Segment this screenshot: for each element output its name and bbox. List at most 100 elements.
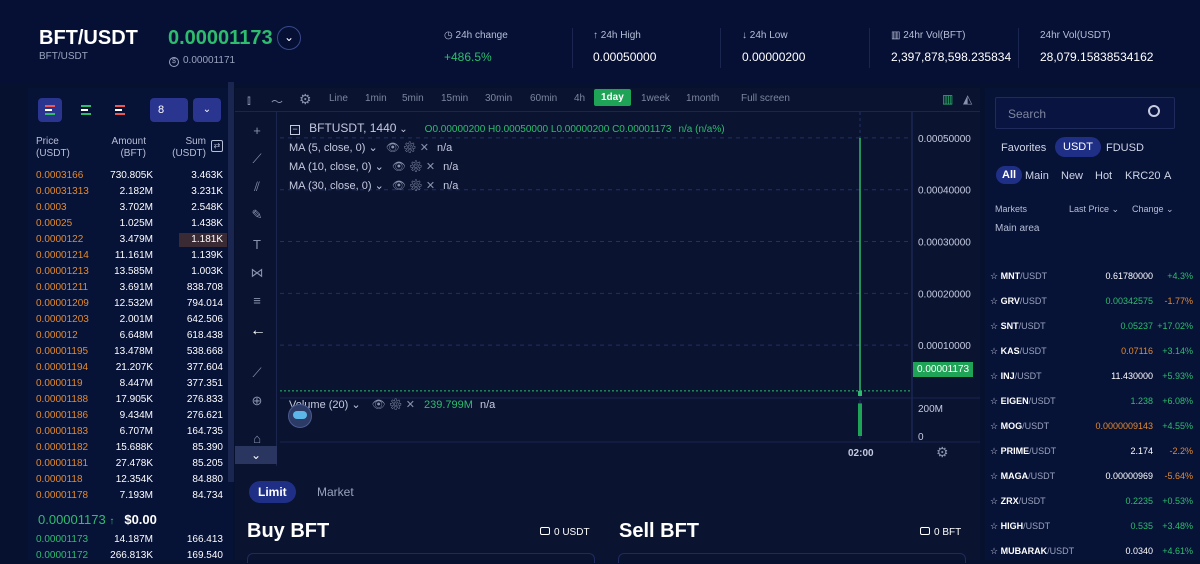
market-row[interactable]: ☆ HIGH/USDT 0.535 +3.48%	[990, 514, 1195, 539]
arrow-left-icon[interactable]: ←	[250, 323, 266, 339]
search-input[interactable]: Search	[995, 97, 1175, 129]
order-book-row[interactable]: 0.00031313 2.182M 3.231K	[28, 184, 233, 200]
depth-chart-icon[interactable]: ◭	[963, 92, 972, 106]
lock-icon[interactable]: ⌂	[250, 432, 264, 446]
order-book-scrollbar[interactable]	[228, 82, 234, 482]
tab-interval-6[interactable]: 4h	[574, 93, 585, 104]
market-row[interactable]: ☆ MAGA/USDT 0.00000969 -5.64%	[990, 464, 1195, 489]
order-book-row[interactable]: 0.00001188 17.905K 276.833	[28, 392, 233, 408]
text-icon[interactable]: T	[250, 238, 264, 252]
tab-market[interactable]: Market	[317, 485, 354, 499]
star-icon[interactable]: ☆	[990, 471, 1001, 481]
search-icon[interactable]	[1148, 105, 1160, 117]
star-icon[interactable]: ☆	[990, 446, 1001, 456]
star-icon[interactable]: ☆	[990, 371, 1001, 381]
tab-quote-2[interactable]: FDUSD	[1106, 142, 1144, 154]
indicator-controls[interactable]: 👁 ⚙ ✕	[372, 399, 415, 411]
ma-label[interactable]: MA (10, close, 0)	[289, 161, 372, 173]
chevron-down-icon[interactable]: ⌄	[372, 161, 384, 173]
chevron-down-icon[interactable]: ⌄	[193, 98, 221, 122]
order-book-row[interactable]: 0.00001194 21.207K 377.604	[28, 360, 233, 376]
zoom-in-icon[interactable]: ⊕	[250, 394, 264, 408]
parallel-channel-icon[interactable]: ⫽	[250, 180, 264, 194]
trading-view-icon[interactable]: ▥	[942, 92, 953, 106]
market-row[interactable]: ☆ ZRX/USDT 0.2235 +0.53%	[990, 489, 1195, 514]
cloud-icon[interactable]	[288, 404, 312, 428]
order-book-row[interactable]: 0.00025 1.025M 1.438K	[28, 216, 233, 232]
candle-body[interactable]	[858, 390, 862, 396]
star-icon[interactable]: ☆	[990, 421, 1001, 431]
order-book-row[interactable]: 0.00001172 266.813K 169.540	[28, 548, 233, 564]
market-row[interactable]: ☆ MNT/USDT 0.61780000 +4.3%	[990, 264, 1195, 289]
buy-price-input[interactable]	[247, 553, 595, 563]
chart-symbol[interactable]: BFTUSDT, 1440	[309, 121, 396, 135]
market-row[interactable]: ☆ GRV/USDT 0.00342575 -1.77%	[990, 289, 1195, 314]
chevron-down-icon[interactable]: ⌄	[277, 26, 301, 50]
order-book-row[interactable]: 0.00001203 2.001M 642.506	[28, 312, 233, 328]
tab-category-3[interactable]: Hot	[1095, 170, 1112, 182]
market-row[interactable]: ☆ MUBARAK/USDT 0.0340 +4.61%	[990, 539, 1195, 564]
trend-line-icon[interactable]: ⟋	[250, 152, 264, 166]
depth-select[interactable]: 8	[150, 98, 188, 122]
settings-icon[interactable]: ⚙	[299, 91, 312, 108]
tab-category-5[interactable]: A	[1164, 170, 1171, 182]
star-icon[interactable]: ☆	[990, 271, 1001, 281]
star-icon[interactable]: ☆	[990, 296, 1001, 306]
order-book-row[interactable]: 0.00001182 15.688K 85.390	[28, 440, 233, 456]
tab-category-4[interactable]: KRC20	[1125, 170, 1160, 182]
tab-interval-0[interactable]: Line	[329, 93, 348, 104]
tab-category-0[interactable]: All	[996, 166, 1023, 184]
tab-interval-5[interactable]: 60min	[530, 93, 557, 104]
switch-icon[interactable]: ⇄	[211, 140, 223, 152]
chart-settings-icon[interactable]: ⚙	[936, 444, 949, 461]
collapse-icon[interactable]: −	[290, 125, 300, 135]
tab-interval-8[interactable]: 1week	[641, 93, 670, 104]
tab-interval-1[interactable]: 1min	[365, 93, 387, 104]
tab-interval-3[interactable]: 15min	[441, 93, 468, 104]
pattern-icon[interactable]: ⋈	[250, 266, 264, 280]
market-row[interactable]: ☆ KAS/USDT 0.07116 +3.14%	[990, 339, 1195, 364]
indicator-icon[interactable]: 〜	[271, 93, 283, 110]
order-book-row[interactable]: 0.00001211 3.691M 838.708	[28, 280, 233, 296]
fib-icon[interactable]: ≡	[250, 294, 264, 308]
market-row[interactable]: ☆ MOG/USDT 0.0000009143 +4.55%	[990, 414, 1195, 439]
chevron-down-icon[interactable]: ⌄	[365, 142, 377, 154]
order-book-both-view-icon[interactable]	[38, 98, 62, 122]
col-change[interactable]: Change ⌄	[1132, 204, 1174, 215]
order-book-row[interactable]: 0.00001178 7.193M 84.734	[28, 488, 233, 504]
order-book-row[interactable]: 0.0000119 8.447M 377.351	[28, 376, 233, 392]
ma-label[interactable]: MA (5, close, 0)	[289, 142, 365, 154]
tab-category-2[interactable]: New	[1061, 170, 1083, 182]
market-row[interactable]: ☆ PRIME/USDT 2.174 -2.2%	[990, 439, 1195, 464]
ma-label[interactable]: MA (30, close, 0)	[289, 180, 372, 192]
order-book-row[interactable]: 0.00001214 11.161M 1.139K	[28, 248, 233, 264]
order-book-row[interactable]: 0.00001173 14.187M 166.413	[28, 532, 233, 548]
star-icon[interactable]: ☆	[990, 496, 1001, 506]
star-icon[interactable]: ☆	[990, 396, 1001, 406]
volume-bar[interactable]	[858, 403, 862, 436]
order-book-asks-view-icon[interactable]	[108, 98, 132, 122]
order-book-row[interactable]: 0.00001186 9.434M 276.621	[28, 408, 233, 424]
order-book-row[interactable]: 0.00001181 27.478K 85.205	[28, 456, 233, 472]
tab-interval-9[interactable]: 1month	[686, 93, 719, 104]
star-icon[interactable]: ☆	[990, 346, 1001, 356]
ma-controls[interactable]: 👁 ⚙ ✕	[386, 142, 429, 154]
ruler-icon[interactable]: ⟋	[250, 366, 264, 380]
ma-controls[interactable]: 👁 ⚙ ✕	[392, 180, 435, 192]
col-last-price[interactable]: Last Price ⌄	[1069, 204, 1119, 215]
tab-limit[interactable]: Limit	[249, 481, 296, 503]
order-book-row[interactable]: 0.000012 6.648M 618.438	[28, 328, 233, 344]
candle-type-icon[interactable]: ⫾	[247, 93, 251, 108]
order-book-row[interactable]: 0.0000118 12.354K 84.880	[28, 472, 233, 488]
tab-interval-4[interactable]: 30min	[485, 93, 512, 104]
order-book-row[interactable]: 0.00001213 13.585M 1.003K	[28, 264, 233, 280]
chevron-down-icon[interactable]: ⌄	[372, 180, 384, 192]
star-icon[interactable]: ☆	[990, 521, 1001, 531]
order-book-row[interactable]: 0.0003 3.702M 2.548K	[28, 200, 233, 216]
market-row[interactable]: ☆ INJ/USDT 11.430000 +5.93%	[990, 364, 1195, 389]
ma-controls[interactable]: 👁 ⚙ ✕	[392, 161, 435, 173]
tab-quote-1[interactable]: USDT	[1055, 137, 1101, 157]
sell-price-input[interactable]	[618, 553, 966, 563]
order-book-row[interactable]: 0.0000122 3.479M 1.181K	[28, 232, 233, 248]
order-book-row[interactable]: 0.00001209 12.532M 794.014	[28, 296, 233, 312]
